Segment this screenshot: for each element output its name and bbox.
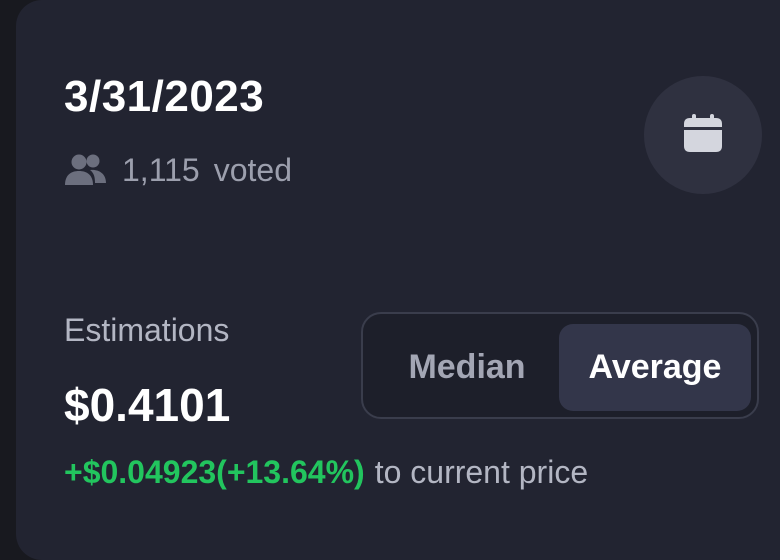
calendar-icon bbox=[682, 112, 724, 159]
median-option[interactable]: Median bbox=[375, 324, 559, 411]
average-option[interactable]: Average bbox=[559, 324, 751, 411]
price-difference: +$0.04923(+13.64%) to current price bbox=[64, 454, 588, 491]
prediction-date: 3/31/2023 bbox=[64, 72, 265, 121]
votes-count: 1,115 bbox=[122, 151, 200, 188]
price-change-suffix: to current price bbox=[374, 454, 589, 490]
estimations-label: Estimations bbox=[64, 312, 230, 348]
votes-label: voted bbox=[213, 151, 292, 188]
estimation-value: $0.4101 bbox=[64, 379, 231, 431]
votes-row: 1,115 voted bbox=[64, 150, 292, 190]
users-icon bbox=[64, 150, 108, 190]
price-change-value: +$0.04923(+13.64%) bbox=[64, 454, 365, 490]
calendar-button[interactable] bbox=[644, 76, 762, 194]
median-average-toggle: Median Average bbox=[361, 312, 759, 419]
